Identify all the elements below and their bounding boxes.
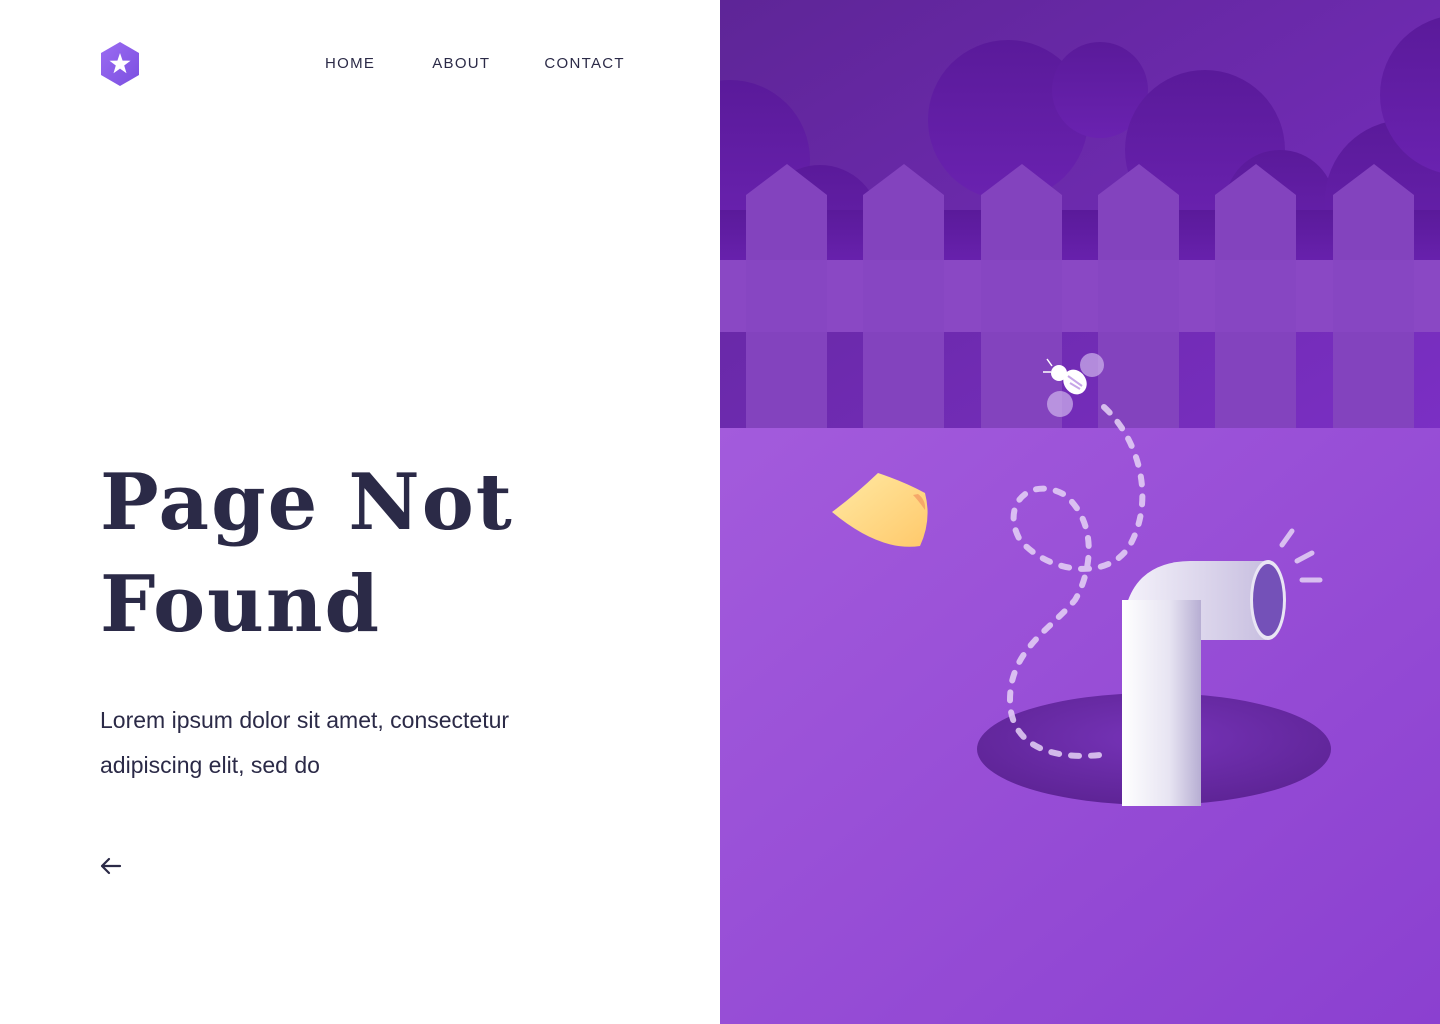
star-hexagon-logo-icon xyxy=(101,42,139,86)
content-panel: HOME ABOUT CONTACT Page Not Found Lorem … xyxy=(0,0,720,1024)
main-nav: HOME ABOUT CONTACT xyxy=(325,54,625,74)
illustration-panel xyxy=(720,0,1440,1024)
page-title: Page Not Found xyxy=(100,452,660,656)
page-title-line-2: Found xyxy=(100,559,382,650)
nav-contact[interactable]: CONTACT xyxy=(544,54,624,74)
back-button[interactable] xyxy=(98,854,124,878)
page-description: Lorem ipsum dolor sit amet, consectetur … xyxy=(100,707,510,778)
bee-pipe-illustration xyxy=(720,0,1440,1024)
page-title-line-1: Page Not xyxy=(100,457,514,548)
logo[interactable] xyxy=(99,41,141,87)
nav-about[interactable]: ABOUT xyxy=(432,54,490,74)
arrow-left-icon xyxy=(100,857,122,875)
nav-home[interactable]: HOME xyxy=(325,54,375,74)
